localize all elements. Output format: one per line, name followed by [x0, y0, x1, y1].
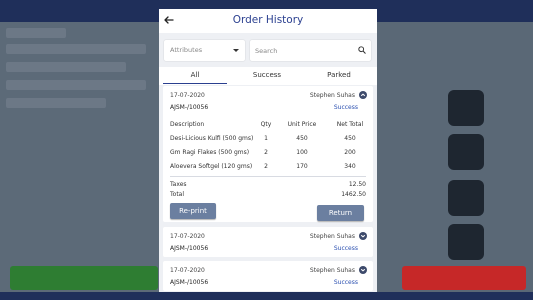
order-history-panel: Order History Attributes All Success Par…: [159, 9, 377, 292]
caret-down-icon: [233, 49, 239, 52]
order-card[interactable]: 17-07-2020 Stephen Suhas AJSM-/10056 Suc…: [163, 227, 373, 257]
order-invoice: AJSM-/10056: [170, 104, 209, 111]
background-keypad-panel: [376, 22, 533, 292]
taxes-value: 12.50: [348, 181, 366, 188]
divider: [170, 176, 366, 177]
item-description: Desi-Licious Kulfi (500 gms): [170, 135, 254, 142]
background-cart-panel: [0, 22, 160, 292]
background-green-button: [10, 266, 158, 290]
item-qty: 2: [264, 149, 268, 156]
items-header-row: Description Qty Unit Price Net Total: [170, 119, 366, 133]
search-input[interactable]: [255, 44, 351, 57]
item-description: Gm Ragi Flakes (500 gms): [170, 149, 250, 156]
tab-success[interactable]: Success: [231, 67, 303, 85]
chevron-down-icon[interactable]: [359, 232, 367, 240]
status-badge: Success: [333, 104, 358, 111]
item-net-total: 450: [344, 135, 356, 142]
column-qty: Qty: [260, 121, 272, 128]
status-tabs: All Success Parked: [159, 67, 377, 85]
search-icon[interactable]: [358, 46, 366, 54]
taxes-label: Taxes: [170, 181, 187, 188]
item-unit-price: 450: [296, 135, 308, 142]
return-button[interactable]: Return: [317, 205, 364, 221]
chevron-up-icon[interactable]: [359, 91, 367, 99]
attributes-dropdown-label: Attributes: [170, 46, 203, 54]
column-unit-price: Unit Price: [287, 121, 317, 128]
status-badge: Success: [333, 245, 358, 252]
item-qty: 1: [264, 135, 268, 142]
background-red-button: [402, 266, 526, 290]
item-description: Aloevera Softgel (120 gms): [170, 163, 253, 170]
tab-parked[interactable]: Parked: [303, 67, 375, 85]
column-description: Description: [170, 121, 205, 128]
status-badge: Success: [333, 279, 358, 286]
item-unit-price: 100: [296, 149, 308, 156]
total-label: Total: [170, 191, 185, 198]
background-bottombar: [0, 292, 533, 300]
filter-bar: Attributes: [159, 33, 377, 67]
order-card[interactable]: 17-07-2020 Stephen Suhas AJSM-/10056 Suc…: [163, 86, 373, 222]
chevron-down-icon[interactable]: [359, 266, 367, 274]
table-row: Aloevera Softgel (120 gms) 2 170 340: [170, 161, 366, 175]
search-field[interactable]: [250, 40, 371, 61]
tab-all[interactable]: All: [159, 67, 231, 85]
reprint-button[interactable]: Re-print: [170, 203, 216, 219]
order-date: 17-07-2020: [170, 267, 205, 274]
attributes-dropdown[interactable]: Attributes: [164, 40, 245, 61]
table-row: Desi-Licious Kulfi (500 gms) 1 450 450: [170, 133, 366, 147]
order-user: Stephen Suhas: [309, 92, 355, 99]
order-date: 17-07-2020: [170, 92, 205, 99]
order-invoice: AJSM-/10056: [170, 245, 209, 252]
item-qty: 2: [264, 163, 268, 170]
table-row: Gm Ragi Flakes (500 gms) 2 100 200: [170, 147, 366, 161]
order-items-table: Description Qty Unit Price Net Total Des…: [170, 119, 366, 175]
order-user: Stephen Suhas: [309, 267, 355, 274]
item-net-total: 200: [344, 149, 356, 156]
order-card[interactable]: 17-07-2020 Stephen Suhas AJSM-/10056 Suc…: [163, 261, 373, 291]
order-date: 17-07-2020: [170, 233, 205, 240]
order-invoice: AJSM-/10056: [170, 279, 209, 286]
column-net-total: Net Total: [336, 121, 364, 128]
panel-header: Order History: [159, 9, 377, 33]
item-net-total: 340: [344, 163, 356, 170]
page-title: Order History: [232, 14, 304, 26]
total-row: Total 1462.50: [170, 191, 366, 198]
item-unit-price: 170: [296, 163, 308, 170]
order-user: Stephen Suhas: [309, 233, 355, 240]
taxes-row: Taxes 12.50: [170, 181, 366, 188]
total-value: 1462.50: [341, 191, 366, 198]
